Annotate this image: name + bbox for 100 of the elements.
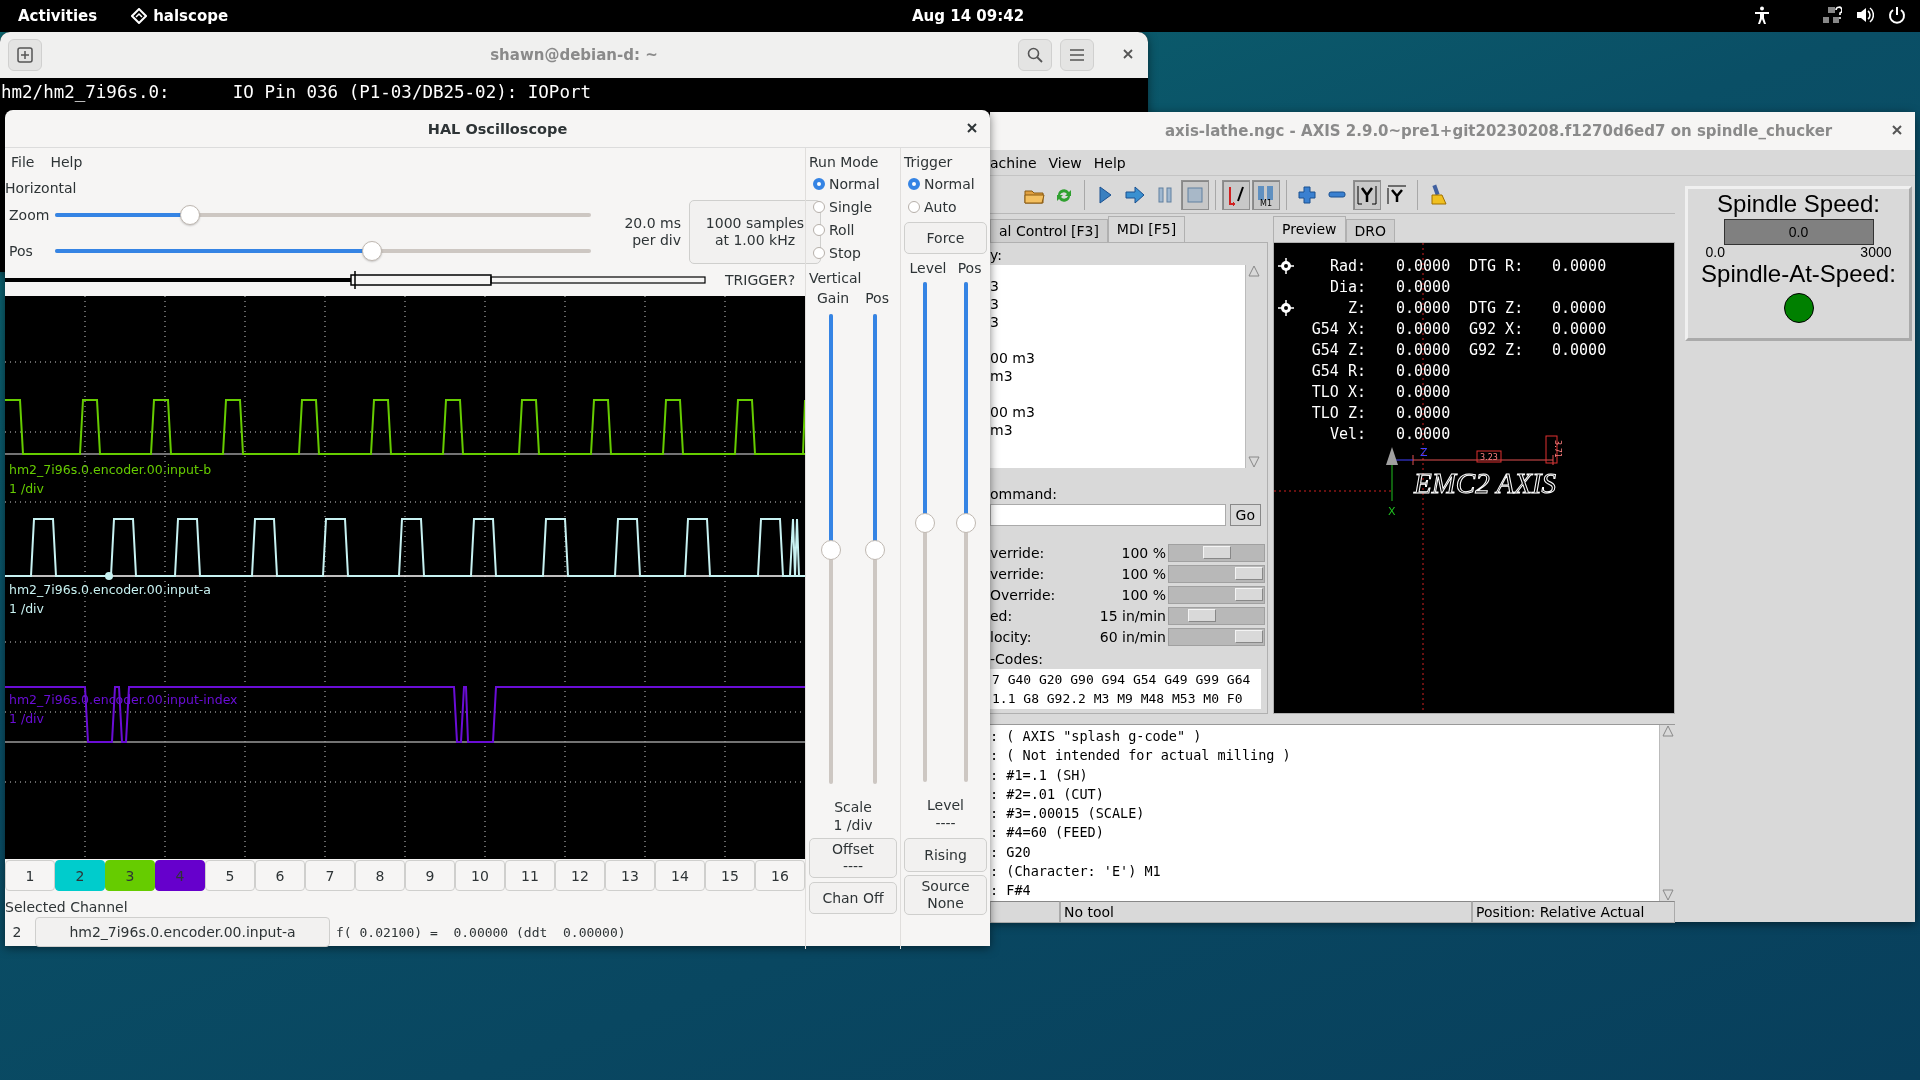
radio-button[interactable]: Normal xyxy=(813,172,897,195)
vertical-slider[interactable] xyxy=(914,282,935,782)
history-entry[interactable]: 3 xyxy=(990,277,1245,295)
toolbar-button[interactable] xyxy=(1222,179,1250,210)
scale-value: 1 /div xyxy=(832,816,874,834)
slider-label: Pos xyxy=(957,260,982,276)
tab[interactable]: al Control [F3] xyxy=(990,219,1108,242)
history-entry[interactable]: 3 xyxy=(990,295,1245,313)
app-menu[interactable]: halscope xyxy=(131,7,229,25)
history-entry[interactable]: m3 xyxy=(990,367,1245,385)
channel-button[interactable]: 9 xyxy=(405,860,455,891)
channel-button[interactable]: 11 xyxy=(505,860,555,891)
channel-button[interactable]: 2 xyxy=(55,860,105,891)
clock[interactable]: Aug 14 09:42 xyxy=(912,7,1025,25)
radio-button[interactable]: Normal xyxy=(908,172,987,195)
override-slider[interactable] xyxy=(1168,564,1265,583)
history-list[interactable]: 3 3 3 00 m3 m3 00 m3 m3 xyxy=(990,265,1261,468)
dro-value: 0.0000 xyxy=(1395,319,1452,338)
scroll-down-icon[interactable] xyxy=(1247,456,1260,468)
network-icon[interactable] xyxy=(1822,6,1842,24)
slider-thumb[interactable] xyxy=(914,513,935,534)
source-button[interactable]: Source None xyxy=(904,875,987,915)
slider-thumb[interactable] xyxy=(362,241,383,261)
slider[interactable] xyxy=(55,205,591,225)
channel-button[interactable]: 12 xyxy=(555,860,605,891)
preview-area[interactable]: Z 3.23 3.71 X EMC2 AXIS Rad: 0.0000 DTG R: 0.0000 Dia: 0.0000 Z: 0.0000 DTG Z: 0.0000 G54 X: 0.0000 G92 X: 0.0000 G54 Z: 0.0000 G92 Z: 0.0000 G54 R: 0.0000 TLO X: 0.0000 TLO Z: 0.0000 Vel: 0.0000 xyxy=(1273,242,1675,714)
edge-button[interactable]: Rising xyxy=(904,838,987,872)
channel-button[interactable]: 13 xyxy=(605,860,655,891)
slider[interactable] xyxy=(55,241,591,261)
radio-button[interactable]: Auto xyxy=(908,195,987,218)
menu-item[interactable]: View xyxy=(1048,154,1082,171)
toolbar-button[interactable]: M1 xyxy=(1252,179,1280,210)
vertical-slider[interactable] xyxy=(821,314,841,784)
history-entry[interactable]: m3 xyxy=(990,421,1245,439)
menu-item[interactable]: File xyxy=(11,154,35,170)
new-tab-button[interactable] xyxy=(8,39,42,71)
dro-label: Rad: xyxy=(1328,256,1366,275)
active-codes: 7 G40 G20 G90 G94 G54 G49 G99 G64 xyxy=(992,671,1252,689)
close-icon[interactable] xyxy=(1891,124,1903,136)
command-field[interactable] xyxy=(990,504,1226,526)
channel-button[interactable]: 16 xyxy=(755,860,805,891)
channel-button[interactable]: 5 xyxy=(205,860,255,891)
app-icon xyxy=(131,8,148,24)
offset-button[interactable]: Offset ---- xyxy=(809,838,897,878)
sample-rate-button[interactable]: 1000 samples at 1.00 kHz xyxy=(689,200,821,264)
menu-item[interactable]: achine xyxy=(990,154,1037,171)
slider-thumb[interactable] xyxy=(821,540,841,560)
scroll-down-icon[interactable] xyxy=(1661,889,1674,901)
channel-button[interactable]: 3 xyxy=(105,860,155,891)
dro-label: G92 Z: xyxy=(1469,340,1525,359)
section-label: Trigger xyxy=(904,154,954,170)
menu-item[interactable]: Help xyxy=(50,154,83,170)
channel-button[interactable]: 1 xyxy=(5,860,55,891)
history-entry[interactable]: 00 m3 xyxy=(990,403,1245,421)
dro-label: DTG Z: xyxy=(1469,298,1525,317)
active-codes: 1.1 G8 G92.2 M3 M9 M48 M53 M0 F0 xyxy=(992,690,1244,708)
chan-off-button[interactable]: Chan Off xyxy=(809,882,897,914)
override-slider[interactable] xyxy=(1168,585,1265,604)
channel-value: f( 0.02100) = 0.00000 (ddt 0.00000) xyxy=(336,924,626,940)
channel-button[interactable]: 15 xyxy=(705,860,755,891)
slider-thumb[interactable] xyxy=(956,513,977,534)
slider-thumb[interactable] xyxy=(865,540,885,560)
go-button[interactable]: Go xyxy=(1229,504,1261,526)
close-icon[interactable] xyxy=(1122,48,1134,60)
channel-button[interactable]: 8 xyxy=(355,860,405,891)
volume-icon[interactable] xyxy=(1856,6,1874,24)
tab[interactable]: Preview xyxy=(1273,216,1346,242)
channel-name-button[interactable]: hm2_7i96s.0.encoder.00.input-a xyxy=(35,917,330,947)
channel-button[interactable]: 14 xyxy=(655,860,705,891)
history-entry[interactable]: 3 xyxy=(990,313,1245,331)
scrollbar[interactable] xyxy=(1659,725,1675,901)
terminal-line: hm2/hm2_7i96s.0: IO Pin 036 (P1-03/DB25-02): IOPort xyxy=(0,81,592,102)
channel-button[interactable]: 10 xyxy=(455,860,505,891)
view-y-rotated-icon xyxy=(1385,182,1409,207)
level-value: ---- xyxy=(934,814,957,832)
force-button[interactable]: Force xyxy=(904,222,987,254)
activities-button[interactable]: Activities xyxy=(18,7,98,25)
scroll-up-icon[interactable] xyxy=(1661,725,1674,737)
vertical-slider[interactable] xyxy=(956,282,977,782)
tab[interactable]: MDI [F5] xyxy=(1107,216,1186,242)
history-entry[interactable]: 00 m3 xyxy=(990,349,1245,367)
scroll-up-icon[interactable] xyxy=(1247,265,1260,277)
zoom-out-icon xyxy=(1328,191,1346,198)
slider-thumb[interactable] xyxy=(180,205,200,225)
override-slider[interactable] xyxy=(1168,606,1265,625)
power-icon[interactable] xyxy=(1888,6,1906,24)
override-value: 60 in/min xyxy=(1098,628,1167,645)
menu-item[interactable]: Help xyxy=(1093,154,1126,171)
menu-button[interactable] xyxy=(1060,39,1094,71)
channel-button[interactable]: 6 xyxy=(255,860,305,891)
dro-label: G54 Z: xyxy=(1310,340,1366,359)
tab[interactable]: DRO xyxy=(1345,219,1396,242)
override-slider[interactable] xyxy=(1168,627,1265,646)
accessibility-icon[interactable] xyxy=(1754,6,1770,24)
vertical-slider[interactable] xyxy=(865,314,885,784)
override-slider[interactable] xyxy=(1168,543,1265,562)
search-button[interactable] xyxy=(1018,39,1052,71)
channel-button[interactable]: 7 xyxy=(305,860,355,891)
toolbar-button[interactable] xyxy=(1353,179,1381,210)
close-icon[interactable] xyxy=(966,122,978,134)
